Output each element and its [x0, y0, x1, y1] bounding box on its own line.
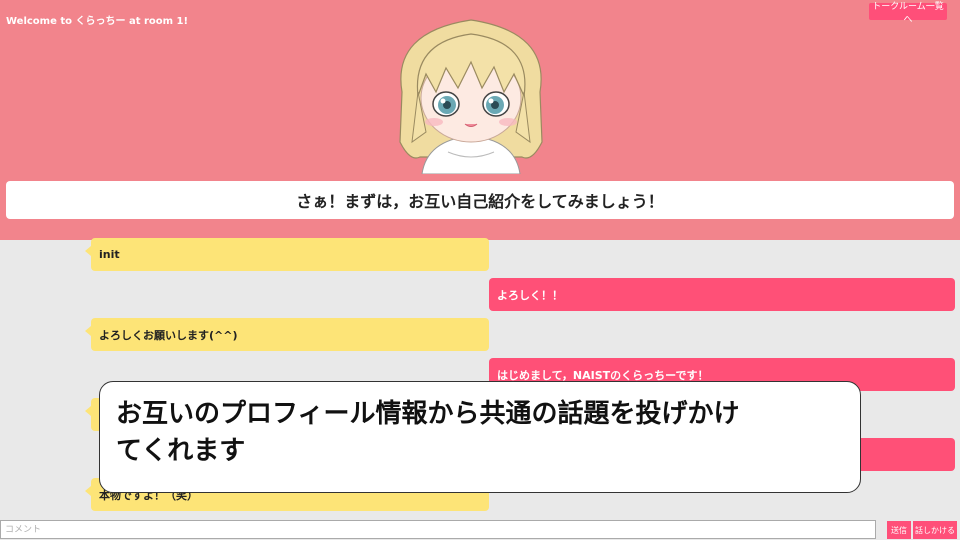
- message-bubble-partner: init: [85, 238, 489, 271]
- talk-button[interactable]: 話しかける: [913, 521, 957, 539]
- room-list-button[interactable]: トークルーム一覧へ: [869, 2, 947, 25]
- conversation-prompt: さぁ！まずは，お互い自己紹介をしてみましょう！: [6, 181, 954, 219]
- caption-line: てくれます: [116, 436, 246, 466]
- message-bubble-self: よろしく！！: [489, 278, 955, 311]
- send-button[interactable]: 送信: [887, 521, 911, 539]
- chat-header: Welcome to くらっちー at room 1! トークルーム一覧へ さぁ…: [0, 0, 960, 240]
- message-bubble-partner: よろしくお願いします(^^): [85, 318, 489, 351]
- comment-input[interactable]: [0, 520, 876, 539]
- caption-line: お互いのプロフィール情報から共通の話題を投げかけ: [116, 399, 740, 429]
- character-avatar: [399, 19, 543, 174]
- welcome-text: Welcome to くらっちー at room 1!: [6, 16, 189, 27]
- feature-caption: お互いのプロフィール情報から共通の話題を投げかけ てくれます: [99, 381, 861, 493]
